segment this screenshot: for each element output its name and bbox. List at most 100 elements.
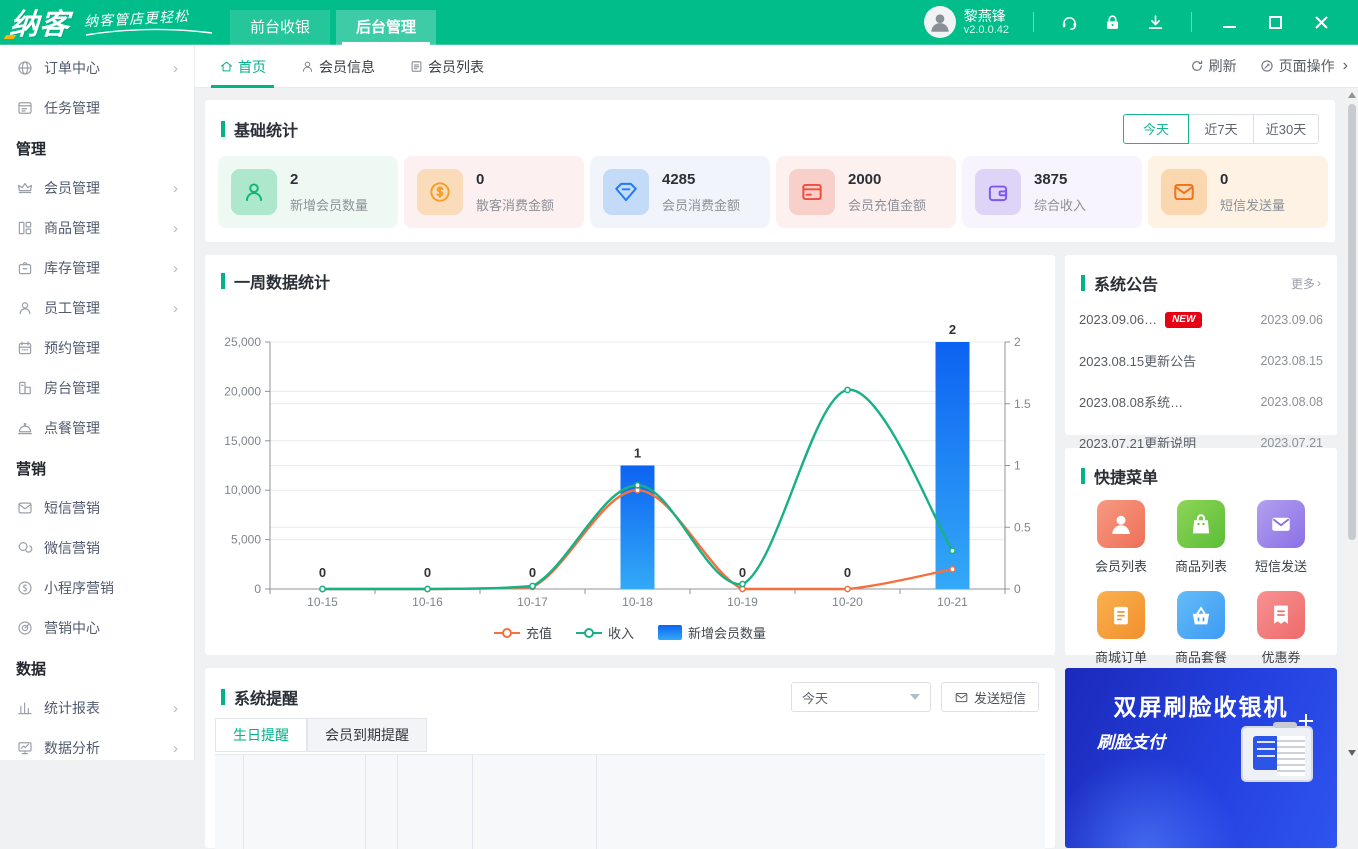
quick-menu-sms-send[interactable]: 短信发送 bbox=[1241, 500, 1321, 575]
app-version: v2.0.0.42 bbox=[964, 24, 1009, 37]
scrollbar-down-arrow[interactable] bbox=[1346, 746, 1358, 760]
top-bar: 纳客 纳客管店更轻松 前台收银后台管理 黎燕锋 v2.0.0.42 bbox=[0, 0, 1358, 45]
sidebar-item-marketing-center[interactable]: 营销中心 bbox=[0, 608, 194, 648]
sidebar-item-sms-marketing[interactable]: 短信营销 bbox=[0, 488, 194, 528]
legend-item-新增会员数量[interactable]: 新增会员数量 bbox=[658, 623, 766, 642]
send-sms-button[interactable]: 发送短信 bbox=[941, 682, 1039, 712]
avatar[interactable] bbox=[924, 6, 956, 38]
svg-text:1: 1 bbox=[1014, 459, 1021, 473]
stat-card-member-consume: 4285 会员消费金额 bbox=[590, 156, 770, 228]
chevron-right-icon: › bbox=[1317, 276, 1321, 290]
quick-menu-coupon[interactable]: 优惠券 bbox=[1241, 591, 1321, 666]
stat-card-walkin-amount: 0散客消费金额 bbox=[404, 156, 584, 228]
basic-stats-card: 基础统计 今天近7天近30天 2新增会员数量0散客消费金额4285会员消费金额2… bbox=[205, 100, 1335, 242]
legend-item-充值[interactable]: 充值 bbox=[494, 623, 552, 642]
lock-icon[interactable] bbox=[1103, 13, 1122, 32]
qbag-icon bbox=[1177, 500, 1225, 548]
sidebar-item-data-analysis[interactable]: 数据分析› bbox=[0, 728, 194, 768]
close-button[interactable] bbox=[1298, 0, 1344, 45]
announcement-row[interactable]: 2023.09.06…NEW2023.09.06 bbox=[1079, 299, 1323, 340]
sidebar-item-room-mgmt[interactable]: 房台管理 bbox=[0, 368, 194, 408]
pos-machine-graphic bbox=[1235, 714, 1323, 834]
scrollbar-thumb[interactable] bbox=[1348, 104, 1356, 540]
quick-menu-label: 商城订单 bbox=[1081, 647, 1161, 666]
tab-home[interactable]: 首页 bbox=[209, 45, 276, 88]
tab-member-info[interactable]: 会员信息 bbox=[290, 45, 385, 88]
tabs-container: 首页会员信息会员列表 bbox=[195, 45, 494, 87]
sidebar-item-dining-mgmt[interactable]: 点餐管理 bbox=[0, 408, 194, 448]
sidebar-item-stats-report[interactable]: 统计报表› bbox=[0, 688, 194, 728]
svg-text:10-21: 10-21 bbox=[937, 595, 968, 607]
filter-今天[interactable]: 今天 bbox=[1123, 114, 1189, 144]
chevron-right-icon[interactable]: › bbox=[1343, 57, 1348, 75]
download-icon[interactable] bbox=[1146, 13, 1165, 32]
filter-近7天[interactable]: 近7天 bbox=[1188, 114, 1254, 144]
sidebar-item-booking-mgmt[interactable]: 预约管理 bbox=[0, 328, 194, 368]
sidebar-item-goods-mgmt[interactable]: 商品管理› bbox=[0, 208, 194, 248]
sidebar-item-wechat-marketing[interactable]: 微信营销 bbox=[0, 528, 194, 568]
quick-menu-goods-package[interactable]: 商品套餐 bbox=[1161, 591, 1241, 666]
sidebar-section-management: 管理 bbox=[0, 128, 194, 168]
crown-icon bbox=[16, 179, 34, 197]
quick-menu-mall-orders[interactable]: 商城订单 bbox=[1081, 591, 1161, 666]
miniapp-icon bbox=[16, 579, 34, 597]
quick-menu-label: 优惠券 bbox=[1241, 647, 1321, 666]
title-marker bbox=[221, 689, 225, 705]
sidebar-item-miniapp-marketing[interactable]: 小程序营销 bbox=[0, 568, 194, 608]
maximize-button[interactable] bbox=[1252, 0, 1298, 45]
quick-menu-member-list[interactable]: 会员列表 bbox=[1081, 500, 1161, 575]
reminder-tab-会员到期提醒[interactable]: 会员到期提醒 bbox=[307, 718, 427, 752]
announcement-row[interactable]: 2023.08.15更新公告2023.08.15 bbox=[1079, 340, 1323, 381]
customer-service-icon[interactable] bbox=[1060, 13, 1079, 32]
announcements-more-link[interactable]: 更多› bbox=[1291, 275, 1321, 292]
top-nav-backend-admin[interactable]: 后台管理 bbox=[336, 10, 436, 45]
scrollbar-up-arrow[interactable] bbox=[1346, 88, 1358, 102]
stat-label: 会员消费金额 bbox=[662, 195, 740, 214]
weekly-chart-card: 一周数据统计 000100205,00010,00015,00020,00025… bbox=[205, 255, 1055, 655]
stat-value: 4285 bbox=[662, 171, 740, 188]
ad-banner[interactable]: 双屏刷脸收银机 刷脸支付 bbox=[1065, 668, 1337, 848]
top-right-cluster: 黎燕锋 v2.0.0.42 bbox=[924, 0, 1344, 45]
svg-text:0: 0 bbox=[319, 565, 326, 580]
stat-label: 新增会员数量 bbox=[290, 195, 368, 214]
legend-item-收入[interactable]: 收入 bbox=[576, 623, 634, 642]
tab-bar: 首页会员信息会员列表 刷新 页面操作 › bbox=[195, 45, 1358, 88]
person-icon bbox=[231, 169, 277, 215]
reminder-table-header bbox=[215, 754, 1045, 849]
reminder-date-select[interactable]: 今天 bbox=[791, 682, 931, 712]
announcements-card: 系统公告 更多› 2023.09.06…NEW2023.09.062023.08… bbox=[1065, 255, 1337, 435]
reminder-tab-生日提醒[interactable]: 生日提醒 bbox=[215, 718, 307, 752]
svg-text:1.5: 1.5 bbox=[1014, 397, 1031, 411]
quick-menu-label: 短信发送 bbox=[1241, 556, 1321, 575]
sidebar-item-task-mgmt[interactable]: 任务管理 bbox=[0, 88, 194, 128]
divider bbox=[1033, 12, 1034, 32]
window-controls bbox=[1206, 0, 1344, 45]
stat-card-total-income: 3875综合收入 bbox=[962, 156, 1142, 228]
qcoupon-icon bbox=[1257, 591, 1305, 639]
system-reminder-card: 系统提醒 今天 发送短信 生日提醒会员到期提醒 bbox=[205, 668, 1055, 848]
announcement-row[interactable]: 2023.08.08系统…2023.08.08 bbox=[1079, 381, 1323, 422]
svg-text:10-20: 10-20 bbox=[832, 595, 863, 607]
announcements-title: 系统公告 bbox=[1094, 271, 1158, 295]
minimize-button[interactable] bbox=[1206, 0, 1252, 45]
sidebar-item-member-mgmt[interactable]: 会员管理› bbox=[0, 168, 194, 208]
filter-近30天[interactable]: 近30天 bbox=[1253, 114, 1319, 144]
tab-member-list[interactable]: 会员列表 bbox=[399, 45, 494, 88]
qbasket-icon bbox=[1177, 591, 1225, 639]
refresh-button[interactable]: 刷新 bbox=[1189, 56, 1237, 76]
top-nav-front-cashier[interactable]: 前台收银 bbox=[230, 10, 330, 45]
quick-menu-goods-list[interactable]: 商品列表 bbox=[1161, 500, 1241, 575]
person-icon bbox=[16, 299, 34, 317]
chevron-right-icon: › bbox=[173, 180, 178, 197]
sidebar-item-stock-mgmt[interactable]: 库存管理› bbox=[0, 248, 194, 288]
page-operations-button[interactable]: 页面操作 bbox=[1259, 56, 1335, 76]
task-icon bbox=[16, 99, 34, 117]
svg-text:10,000: 10,000 bbox=[224, 483, 261, 497]
svg-text:0: 0 bbox=[739, 565, 746, 580]
stat-value: 2000 bbox=[848, 171, 926, 188]
sidebar-item-order-center[interactable]: 订单中心› bbox=[0, 48, 194, 88]
announcement-date: 2023.09.06 bbox=[1260, 313, 1323, 327]
gem-icon bbox=[603, 169, 649, 215]
sidebar-item-staff-mgmt[interactable]: 员工管理› bbox=[0, 288, 194, 328]
svg-text:0: 0 bbox=[844, 565, 851, 580]
